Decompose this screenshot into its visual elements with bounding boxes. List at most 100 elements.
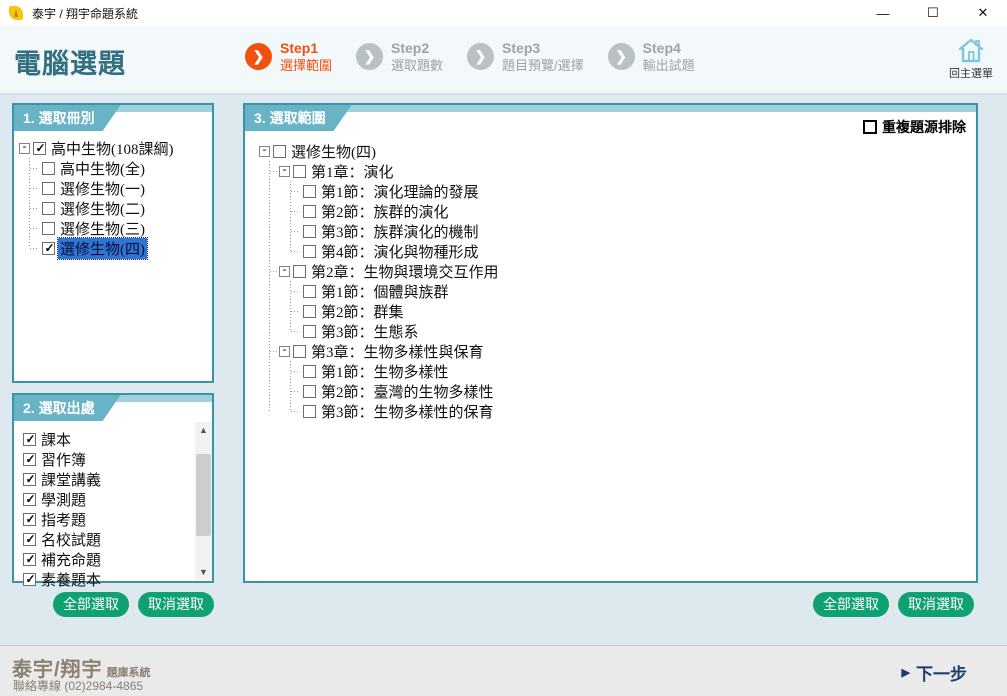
volume-checkbox[interactable] — [42, 162, 55, 175]
source-label[interactable]: 指考題 — [39, 509, 88, 530]
source-label[interactable]: 名校試題 — [39, 529, 103, 550]
tree-connector — [30, 208, 39, 209]
tree-item-label[interactable]: 第1節：演化理論的發展 — [319, 181, 481, 202]
chapter-checkbox[interactable] — [293, 165, 306, 178]
source-label[interactable]: 習作簿 — [39, 449, 88, 470]
range-deselect-all-button[interactable]: 取消選取 — [898, 592, 974, 617]
expander-icon[interactable]: - — [259, 146, 270, 157]
next-step-button[interactable]: ▶ 下一步 — [902, 660, 967, 685]
tree-item-label[interactable]: 第2章：生物與環境交互作用 — [309, 261, 501, 282]
source-deselect-all-button[interactable]: 取消選取 — [138, 592, 214, 617]
source-checkbox[interactable] — [23, 433, 36, 446]
source-checkbox[interactable] — [23, 513, 36, 526]
tree-item-label[interactable]: 第4節：演化與物種形成 — [319, 241, 481, 262]
source-select-all-button[interactable]: 全部選取 — [53, 592, 129, 617]
tree-connector — [30, 168, 39, 169]
list-item: 素養題本 — [20, 569, 210, 589]
volume-checkbox[interactable] — [42, 242, 55, 255]
dedupe-option[interactable]: 重複題源排除 — [863, 117, 966, 137]
section-checkbox[interactable] — [303, 205, 316, 218]
tree-row: - 選修生物(四) — [259, 141, 972, 161]
section-checkbox[interactable] — [303, 305, 316, 318]
source-checkbox[interactable] — [23, 553, 36, 566]
step-label: 題目預覽/選擇 — [502, 58, 584, 74]
tree-item-label[interactable]: 選修生物(三) — [58, 218, 147, 239]
volume-root-checkbox[interactable] — [33, 142, 46, 155]
step-step2[interactable]: ❯Step2選取題數 — [356, 40, 443, 74]
tree-item-label[interactable]: 選修生物(二) — [58, 198, 147, 219]
tree-item-label[interactable]: 第3節：生態系 — [319, 321, 421, 342]
section-checkbox[interactable] — [303, 385, 316, 398]
scroll-down-icon[interactable]: ▼ — [195, 564, 212, 580]
source-label[interactable]: 課本 — [39, 429, 73, 450]
minimize-button[interactable]: — — [875, 6, 891, 21]
expander-icon[interactable]: - — [279, 266, 290, 277]
tree-item-label[interactable]: 高中生物(108課綱) — [49, 138, 176, 159]
dedupe-label: 重複題源排除 — [882, 117, 966, 137]
section-checkbox[interactable] — [303, 365, 316, 378]
tree-item-label[interactable]: 選修生物(四) — [289, 141, 378, 162]
step-step1[interactable]: ❯Step1選擇範圍 — [245, 40, 332, 74]
section-checkbox[interactable] — [303, 225, 316, 238]
section-checkbox[interactable] — [303, 285, 316, 298]
range-select-all-button[interactable]: 全部選取 — [813, 592, 889, 617]
source-label[interactable]: 素養題本 — [39, 569, 103, 590]
close-button[interactable]: ✕ — [975, 5, 991, 21]
source-list-scrollbar[interactable]: ▲ ▼ — [195, 422, 212, 580]
dedupe-checkbox[interactable] — [863, 120, 877, 134]
step-label: 選取題數 — [391, 58, 443, 74]
expander-icon[interactable]: - — [279, 166, 290, 177]
section-checkbox[interactable] — [303, 325, 316, 338]
chapter-checkbox[interactable] — [293, 265, 306, 278]
tree-row: 第3節：生物多樣性的保育 — [280, 401, 972, 421]
source-checkbox[interactable] — [23, 453, 36, 466]
panel-range-select: 3. 選取範圍 重複題源排除 - 選修生物(四) - 第1章：演化第1節：演化理論的發… — [243, 103, 978, 583]
footer: 泰宇/翔宇題庫系統 聯絡專線 (02)2984-4865 ▶ 下一步 — [0, 645, 1007, 696]
tree-connector — [291, 191, 300, 192]
tree-item-label[interactable]: 高中生物(全) — [58, 158, 147, 179]
home-button[interactable]: 回主選單 — [945, 36, 997, 81]
maximize-button[interactable]: ☐ — [925, 5, 941, 21]
list-item: 課堂講義 — [20, 469, 210, 489]
tree-item-label[interactable]: 選修生物(四) — [58, 238, 147, 259]
home-label: 回主選單 — [945, 65, 997, 81]
footer-phone: 聯絡專線 (02)2984-4865 — [13, 677, 143, 694]
tree-item-label[interactable]: 第2節：族群的演化 — [319, 201, 451, 222]
tree-row: 選修生物(一) — [19, 178, 208, 198]
source-checkbox[interactable] — [23, 493, 36, 506]
source-checkbox[interactable] — [23, 533, 36, 546]
step-step4[interactable]: ❯Step4輸出試題 — [608, 40, 695, 74]
source-checkbox[interactable] — [23, 473, 36, 486]
tree-item-label[interactable]: 第3章：生物多樣性與保育 — [309, 341, 486, 362]
range-root-checkbox[interactable] — [273, 145, 286, 158]
tree-item-label[interactable]: 選修生物(一) — [58, 178, 147, 199]
tree-item-label[interactable]: 第3節：生物多樣性的保育 — [319, 401, 496, 422]
volume-checkbox[interactable] — [42, 182, 55, 195]
expander-icon[interactable]: - — [19, 143, 30, 154]
source-checkbox[interactable] — [23, 573, 36, 586]
scroll-up-icon[interactable]: ▲ — [195, 422, 212, 438]
tree-row: 高中生物(全) — [19, 158, 208, 178]
source-label[interactable]: 課堂講義 — [39, 469, 103, 490]
tree-row: 第2節：族群的演化 — [280, 201, 972, 221]
step-step3[interactable]: ❯Step3題目預覽/選擇 — [467, 40, 584, 74]
chapter-checkbox[interactable] — [293, 345, 306, 358]
source-label[interactable]: 學測題 — [39, 489, 88, 510]
section-checkbox[interactable] — [303, 405, 316, 418]
tree-item-label[interactable]: 第1節：個體與族群 — [319, 281, 451, 302]
section-checkbox[interactable] — [303, 245, 316, 258]
volume-checkbox[interactable] — [42, 222, 55, 235]
scrollbar-thumb[interactable] — [196, 454, 211, 536]
tree-item-label[interactable]: 第2節：臺灣的生物多樣性 — [319, 381, 496, 402]
tree-item-label[interactable]: 第2節：群集 — [319, 301, 406, 322]
tree-item-label[interactable]: 第1章：演化 — [309, 161, 396, 182]
tree-row: - 第1章：演化 — [259, 161, 972, 181]
expander-icon[interactable]: - — [279, 346, 290, 357]
tree-item-label[interactable]: 第1節：生物多樣性 — [319, 361, 451, 382]
tree-item-label[interactable]: 第3節：族群演化的機制 — [319, 221, 481, 242]
section-checkbox[interactable] — [303, 185, 316, 198]
panel3-title: 3. 選取範圍 — [245, 105, 352, 131]
source-label[interactable]: 補充命題 — [39, 549, 103, 570]
volume-checkbox[interactable] — [42, 202, 55, 215]
tree-row: 第2節：臺灣的生物多樣性 — [280, 381, 972, 401]
